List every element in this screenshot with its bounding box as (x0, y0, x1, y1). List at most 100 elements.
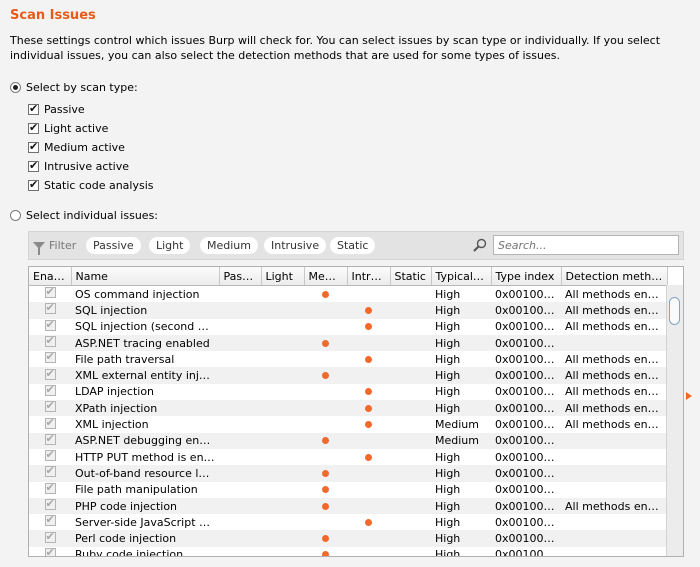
row-enabled-checkbox[interactable] (44, 433, 56, 446)
table-row[interactable]: XPath injection High0x00100600All methods… (29, 400, 667, 417)
table-header: Enab... Name Pass... Light Medi... Intru... St… (29, 267, 668, 286)
detection-methods-cell: All methods enabled (561, 285, 667, 303)
scan-type-radio-row[interactable]: Select by scan type: (10, 81, 138, 94)
table-scrollbar[interactable] (666, 285, 683, 556)
checkbox-medium-active[interactable] (28, 140, 39, 154)
column-header-light[interactable]: Light (261, 267, 305, 286)
filter-button[interactable]: Filter (33, 239, 76, 255)
expand-arrow-icon[interactable] (686, 392, 692, 400)
table-row[interactable]: SQL injection (second order) High0x001002… (29, 318, 667, 335)
checkbox-medium-active-row[interactable]: Medium active (28, 140, 125, 154)
row-enabled-checkbox[interactable] (44, 514, 56, 527)
table-row[interactable]: ASP.NET tracing enabled High0x00100280 (29, 334, 667, 352)
static-cell (390, 465, 431, 482)
enabled-cell[interactable] (29, 497, 71, 515)
enabled-cell[interactable] (29, 465, 71, 482)
checkbox-light-active[interactable] (28, 121, 39, 135)
table-row[interactable]: Out-of-band resource load (... High0x0010… (29, 465, 667, 482)
table-row[interactable]: Ruby code injection High0x00100F00 (29, 546, 667, 556)
table-row[interactable]: Perl code injection High0x00100E00 (29, 530, 667, 547)
scrollbar-thumb[interactable] (669, 297, 680, 325)
enabled-cell[interactable] (29, 530, 71, 547)
enabled-cell[interactable] (29, 367, 71, 384)
column-header-severity[interactable]: Typical ... (431, 267, 492, 286)
row-enabled-checkbox[interactable] (44, 335, 56, 348)
table-row[interactable]: XML external entity injection High0x00100… (29, 367, 667, 384)
checkbox-static-code-row[interactable]: Static code analysis (28, 178, 154, 192)
enabled-cell[interactable] (29, 351, 71, 368)
enabled-cell[interactable] (29, 383, 71, 401)
enabled-cell[interactable] (29, 285, 71, 303)
row-enabled-checkbox[interactable] (44, 286, 56, 299)
enabled-cell[interactable] (29, 400, 71, 417)
table-row[interactable]: XML injection Medium0x00100700All methods… (29, 416, 667, 433)
table-row[interactable]: PHP code injection High0x00100C00All meth… (29, 497, 667, 515)
checkbox-intrusive-active[interactable] (28, 159, 39, 173)
table-row[interactable]: LDAP injection High0x00100500All methods … (29, 383, 667, 401)
filter-pill-passive[interactable]: Passive (86, 237, 141, 254)
row-enabled-checkbox[interactable] (44, 351, 56, 364)
detection-methods-cell: All methods enabled (561, 367, 667, 384)
column-header-enabled[interactable]: Enab... (29, 267, 72, 286)
checkbox-light-active-row[interactable]: Light active (28, 121, 108, 135)
row-enabled-checkbox[interactable] (44, 530, 56, 544)
column-header-intrusive[interactable]: Intru... (347, 267, 391, 286)
static-cell (390, 530, 431, 547)
row-enabled-checkbox[interactable] (44, 319, 56, 332)
table-row[interactable]: Server-side JavaScript cod... High0x00100… (29, 514, 667, 531)
filter-pill-light[interactable]: Light (149, 237, 191, 254)
row-enabled-checkbox[interactable] (44, 482, 56, 495)
enabled-cell[interactable] (29, 514, 71, 531)
checkbox-passive-row[interactable]: Passive (28, 102, 85, 116)
enabled-cell[interactable] (29, 318, 71, 335)
type-index-cell: 0x00100900 (491, 448, 561, 466)
column-header-medium[interactable]: Medi... (304, 267, 348, 286)
filter-pill-static[interactable]: Static (330, 237, 376, 254)
search-input[interactable] (493, 235, 679, 255)
filter-pill-intrusive[interactable]: Intrusive (264, 237, 327, 254)
row-enabled-checkbox[interactable] (44, 416, 56, 430)
enabled-cell[interactable] (29, 432, 71, 449)
column-header-static[interactable]: Static (390, 267, 432, 286)
passive-cell (219, 432, 261, 449)
detection-methods-cell: All methods enabled (561, 302, 667, 319)
detection-methods-cell: All methods enabled (561, 400, 667, 417)
checkbox-static-code[interactable] (28, 178, 39, 192)
table-row[interactable]: File path manipulation High0x00100B00 (29, 481, 667, 498)
row-enabled-checkbox[interactable] (44, 367, 56, 381)
enabled-cell[interactable] (29, 546, 71, 556)
enabled-cell[interactable] (29, 416, 71, 433)
enabled-cell[interactable] (29, 448, 71, 466)
filter-pill-medium[interactable]: Medium (200, 237, 258, 254)
medium-cell (304, 481, 347, 498)
row-enabled-checkbox[interactable] (44, 302, 56, 315)
column-header-passive[interactable]: Pass... (219, 267, 262, 286)
column-header-type-index[interactable]: Type index (491, 267, 562, 286)
checkbox-passive[interactable] (28, 102, 39, 116)
checkbox-medium-active-label: Medium active (44, 141, 125, 154)
checkbox-intrusive-active-row[interactable]: Intrusive active (28, 159, 129, 173)
row-enabled-checkbox[interactable] (44, 449, 56, 462)
scan-type-radio[interactable] (10, 82, 21, 93)
column-header-name[interactable]: Name (71, 267, 220, 286)
individual-issues-radio[interactable] (10, 210, 21, 221)
row-enabled-checkbox[interactable] (44, 400, 56, 413)
enabled-cell[interactable] (29, 334, 71, 352)
row-enabled-checkbox[interactable] (44, 547, 56, 556)
row-enabled-checkbox[interactable] (44, 498, 56, 511)
table-row[interactable]: SQL injection High0x00100200All methods e… (29, 302, 667, 319)
enabled-cell[interactable] (29, 481, 71, 498)
table-row[interactable]: File path traversal High0x00100300All met… (29, 351, 667, 368)
row-enabled-checkbox[interactable] (44, 465, 56, 478)
type-index-cell: 0x00100280 (491, 334, 561, 352)
column-header-detection[interactable]: Detection methods (561, 267, 668, 286)
enabled-cell[interactable] (29, 302, 71, 319)
static-cell (390, 334, 431, 352)
row-enabled-checkbox[interactable] (44, 384, 56, 397)
table-row[interactable]: HTTP PUT method is enabl... High0x0010090… (29, 448, 667, 466)
table-row[interactable]: ASP.NET debugging enabled Medium0x0010080… (29, 432, 667, 449)
individual-issues-radio-row[interactable]: Select individual issues: (10, 209, 158, 222)
search-icon[interactable] (473, 238, 487, 252)
table-row[interactable]: OS command injection High0x00100100All me… (29, 285, 667, 303)
type-index-cell: 0x00100210 (491, 318, 561, 335)
